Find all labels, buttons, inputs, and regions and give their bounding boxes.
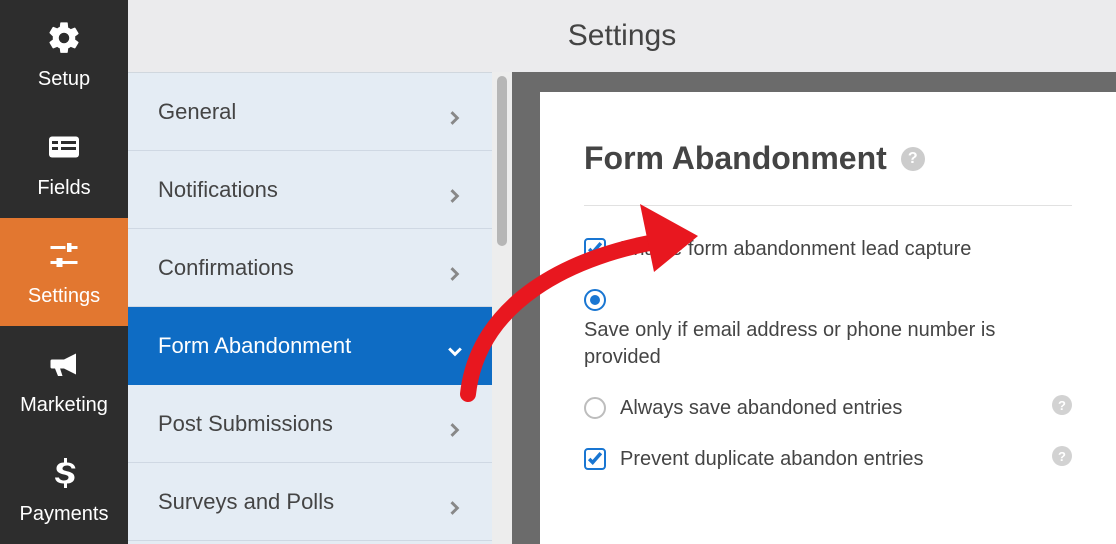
- panel-title-text: Form Abandonment: [584, 140, 887, 177]
- prevent-dup-row: Prevent duplicate abandon entries ?: [584, 446, 1072, 473]
- content-canvas: Form Abandonment ? Enable form abandonme…: [512, 72, 1116, 544]
- scrollbar-thumb[interactable]: [497, 76, 507, 246]
- divider: [584, 205, 1072, 206]
- save-mode-option-2: Always save abandoned entries ?: [584, 395, 1072, 422]
- fields-icon: [44, 127, 84, 167]
- save-mode-radio-1[interactable]: [584, 289, 606, 311]
- settings-item-label: Notifications: [158, 177, 278, 203]
- help-icon[interactable]: ?: [901, 147, 925, 171]
- sidebar-item-label: Fields: [37, 177, 90, 200]
- enable-row: Enable form abandonment lead capture: [584, 236, 1072, 263]
- settings-item-label: Confirmations: [158, 255, 294, 281]
- chevron-right-icon: [448, 495, 462, 509]
- settings-list: General Notifications Confirmations Form…: [128, 72, 492, 544]
- form-abandonment-panel: Form Abandonment ? Enable form abandonme…: [540, 92, 1116, 544]
- sidebar-item-label: Setup: [38, 68, 90, 91]
- dollar-icon: [44, 453, 84, 493]
- settings-item-label: General: [158, 99, 236, 125]
- help-icon[interactable]: ?: [1052, 446, 1072, 466]
- chevron-right-icon: [448, 417, 462, 431]
- settings-item-confirmations[interactable]: Confirmations: [128, 229, 492, 307]
- sidebar-item-label: Payments: [20, 503, 109, 526]
- settings-item-notifications[interactable]: Notifications: [128, 151, 492, 229]
- chevron-right-icon: [448, 261, 462, 275]
- chevron-right-icon: [448, 183, 462, 197]
- save-mode-label-2: Always save abandoned entries: [620, 395, 1038, 422]
- settings-item-label: Form Abandonment: [158, 333, 351, 359]
- prevent-dup-checkbox[interactable]: [584, 448, 606, 470]
- sidebar-item-payments[interactable]: Payments: [0, 435, 128, 544]
- sidebar-item-settings[interactable]: Settings: [0, 218, 128, 327]
- main-sidebar: Setup Fields Settings Marketing Payments: [0, 0, 128, 544]
- chevron-down-icon: [448, 339, 462, 353]
- enable-checkbox[interactable]: [584, 238, 606, 260]
- save-mode-option-1: Save only if email address or phone numb…: [584, 287, 1072, 371]
- gear-icon: [44, 18, 84, 58]
- sidebar-item-label: Settings: [28, 285, 100, 308]
- bullhorn-icon: [44, 344, 84, 384]
- settings-item-post-submissions[interactable]: Post Submissions: [128, 385, 492, 463]
- settings-item-surveys-polls[interactable]: Surveys and Polls: [128, 463, 492, 541]
- help-icon[interactable]: ?: [1052, 395, 1072, 415]
- sidebar-item-fields[interactable]: Fields: [0, 109, 128, 218]
- page-title: Settings: [128, 0, 1116, 72]
- sidebar-item-marketing[interactable]: Marketing: [0, 326, 128, 435]
- settings-item-form-abandonment[interactable]: Form Abandonment: [128, 307, 492, 385]
- sidebar-item-label: Marketing: [20, 394, 108, 417]
- prevent-dup-label: Prevent duplicate abandon entries: [620, 446, 1038, 473]
- sidebar-item-setup[interactable]: Setup: [0, 0, 128, 109]
- panel-title: Form Abandonment ?: [584, 140, 1072, 177]
- settings-item-label: Post Submissions: [158, 411, 333, 437]
- settings-item-label: Surveys and Polls: [158, 489, 334, 515]
- enable-label: Enable form abandonment lead capture: [620, 236, 1072, 263]
- save-mode-label-1: Save only if email address or phone numb…: [584, 317, 1072, 371]
- chevron-right-icon: [448, 105, 462, 119]
- scrollbar[interactable]: [492, 72, 512, 544]
- sliders-icon: [44, 235, 84, 275]
- settings-item-general[interactable]: General: [128, 73, 492, 151]
- save-mode-radio-2[interactable]: [584, 397, 606, 419]
